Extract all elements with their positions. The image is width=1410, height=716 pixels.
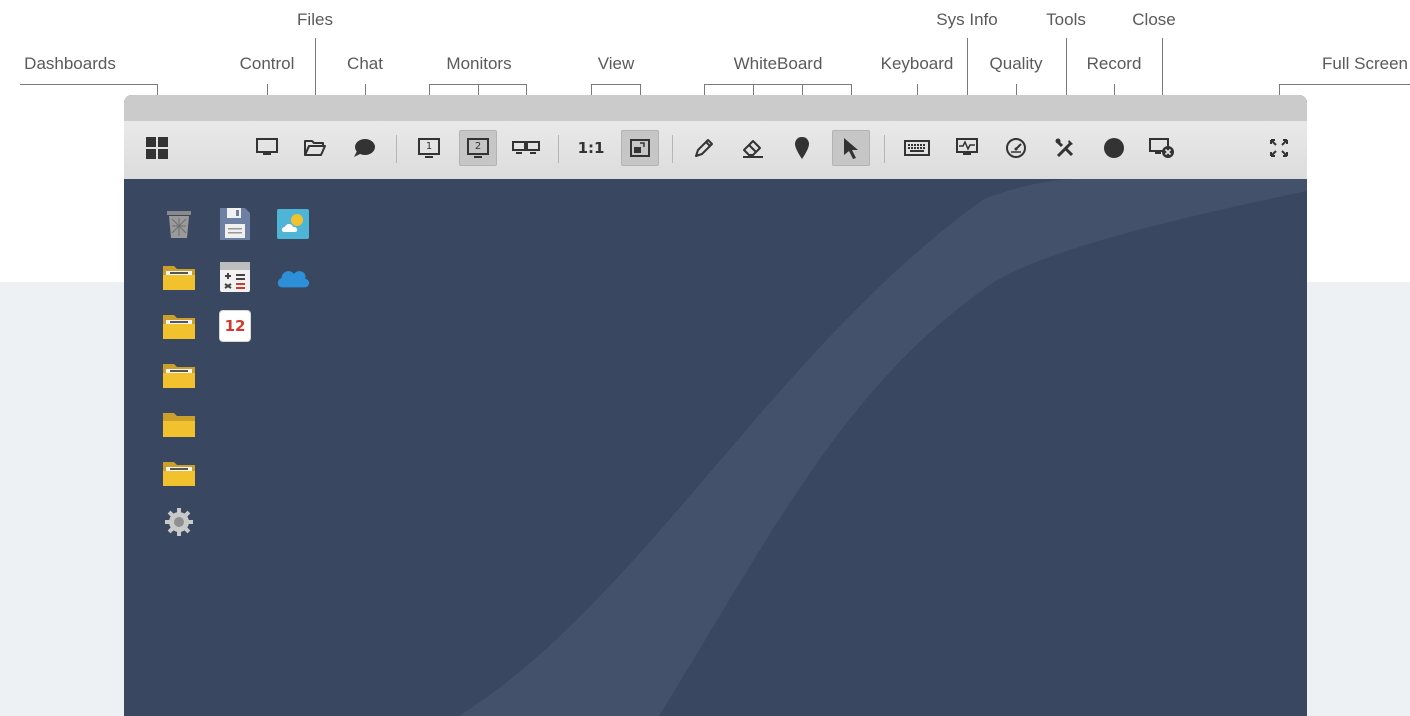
label-close: Close <box>1132 10 1176 29</box>
monitor-icon <box>256 138 278 155</box>
label-whiteboard: WhiteBoard <box>733 54 823 73</box>
pen-tool-button[interactable] <box>685 130 723 166</box>
label-keyboard: Keyboard <box>880 54 954 73</box>
monitor-1-icon: 1 <box>418 138 440 158</box>
calculator-icon[interactable] <box>217 259 253 295</box>
label-monitors: Monitors <box>446 54 512 73</box>
label-quality: Quality <box>989 54 1043 73</box>
folder-icon[interactable] <box>161 455 197 491</box>
expand-icon <box>1270 139 1288 157</box>
folder-icon[interactable] <box>161 259 197 295</box>
record-button[interactable] <box>1095 130 1133 166</box>
close-session-button[interactable] <box>1143 130 1181 166</box>
callout-line <box>704 84 851 85</box>
pointer-tool-button[interactable] <box>832 130 870 166</box>
quality-button[interactable] <box>997 130 1035 166</box>
pencil-icon <box>695 139 713 157</box>
label-sys-info: Sys Info <box>936 10 998 29</box>
chat-bubble-icon <box>354 139 375 157</box>
toolbar-separator <box>884 135 885 163</box>
callout-line <box>1279 84 1410 85</box>
label-record: Record <box>1086 54 1142 73</box>
monitor-close-icon <box>1149 138 1174 158</box>
toolbar-separator <box>558 135 559 163</box>
title-bar[interactable] <box>124 95 1307 121</box>
calendar-icon[interactable]: 12 <box>217 308 253 344</box>
remote-window: 1 2 1:1 12 <box>124 95 1307 716</box>
view-ratio-label: 1:1 <box>577 139 605 157</box>
eraser-icon <box>743 140 763 158</box>
full-screen-button[interactable] <box>1260 130 1298 166</box>
toolbar-separator <box>396 135 397 163</box>
callout-line <box>20 84 158 85</box>
folder-open-icon <box>304 140 326 156</box>
label-control: Control <box>239 54 295 73</box>
label-dashboards: Dashboards <box>24 54 116 73</box>
label-chat: Chat <box>347 54 383 73</box>
weather-icon[interactable] <box>275 206 311 242</box>
record-circle-icon <box>1104 138 1124 158</box>
speedometer-icon <box>1006 138 1026 158</box>
keyboard-button[interactable] <box>898 130 936 166</box>
monitor-2-number: 2 <box>467 138 489 155</box>
dashboards-button[interactable] <box>138 130 176 166</box>
recycle-bin-icon[interactable] <box>161 206 197 242</box>
tools-button[interactable] <box>1046 130 1084 166</box>
activity-monitor-icon <box>956 138 978 155</box>
monitor-1-number: 1 <box>418 138 440 155</box>
keyboard-icon <box>904 140 930 156</box>
label-view: View <box>597 54 635 73</box>
dashboards-grid-icon <box>146 137 168 159</box>
toolbar-separator <box>672 135 673 163</box>
folder-icon[interactable] <box>161 406 197 442</box>
settings-gear-icon[interactable] <box>161 504 197 540</box>
all-monitors-button[interactable] <box>507 130 545 166</box>
map-pin-icon <box>795 137 809 159</box>
chat-button[interactable] <box>345 130 383 166</box>
callout-line <box>591 84 640 85</box>
dual-monitor-icon <box>512 141 540 154</box>
label-files: Files <box>297 10 333 29</box>
marker-tool-button[interactable] <box>783 130 821 166</box>
fit-screen-icon <box>630 139 650 157</box>
wrench-screwdriver-icon <box>1055 138 1074 158</box>
label-full-screen: Full Screen <box>1322 54 1408 73</box>
label-tools: Tools <box>1046 10 1086 29</box>
cursor-arrow-icon <box>844 138 858 159</box>
folder-icon[interactable] <box>161 308 197 344</box>
monitor-2-icon: 2 <box>467 138 489 158</box>
cloud-icon[interactable] <box>275 259 311 295</box>
remote-desktop[interactable]: 12 <box>124 179 1307 716</box>
toolbar: 1 2 1:1 <box>124 121 1307 180</box>
save-disk-icon[interactable] <box>217 206 253 242</box>
calendar-day: 12 <box>224 317 246 335</box>
folder-icon[interactable] <box>161 357 197 393</box>
view-actual-size-button[interactable]: 1:1 <box>572 130 610 166</box>
view-fit-button[interactable] <box>621 130 659 166</box>
eraser-tool-button[interactable] <box>734 130 772 166</box>
files-button[interactable] <box>296 130 334 166</box>
monitor-2-button[interactable]: 2 <box>459 130 497 166</box>
monitor-1-button[interactable]: 1 <box>410 130 448 166</box>
sys-info-button[interactable] <box>948 130 986 166</box>
control-button[interactable] <box>248 130 286 166</box>
